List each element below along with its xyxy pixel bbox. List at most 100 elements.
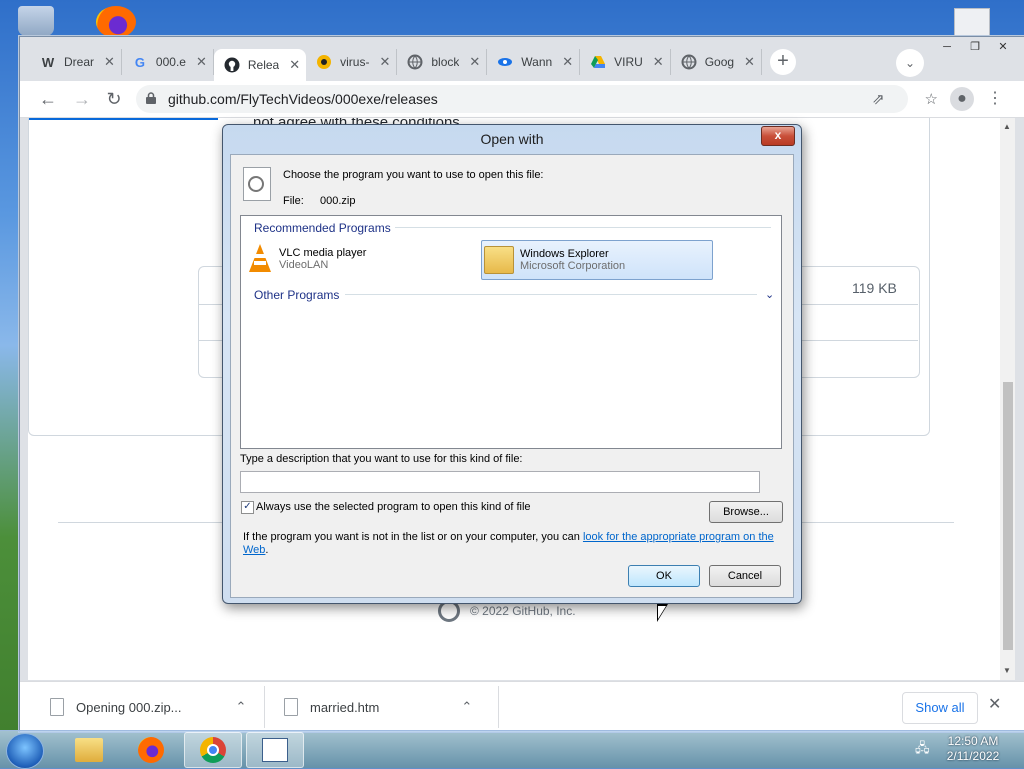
reload-button[interactable]: ↻ bbox=[102, 87, 126, 111]
menu-kebab-icon[interactable]: ⋮ bbox=[983, 87, 1007, 111]
program-windows-explorer[interactable]: Windows Explorer Microsoft Corporation bbox=[481, 240, 713, 280]
download-item[interactable]: Opening 000.zip... ⌃ bbox=[50, 682, 246, 732]
new-tab-button[interactable]: + bbox=[769, 49, 796, 75]
tab-title: 000.e bbox=[155, 55, 186, 69]
vlc-icon bbox=[247, 244, 273, 274]
other-programs-header[interactable]: Other Programs bbox=[254, 288, 339, 302]
ok-button[interactable]: OK bbox=[628, 565, 700, 587]
file-icon bbox=[50, 698, 64, 716]
github-icon bbox=[224, 57, 240, 73]
share-icon[interactable]: ⇗ bbox=[872, 90, 885, 108]
page-scrollbar[interactable]: ▲ ▼ bbox=[1000, 118, 1015, 680]
dialog-body: Choose the program you want to use to op… bbox=[230, 154, 794, 598]
folder-icon bbox=[75, 738, 103, 762]
program-vlc[interactable]: VLC media player VideoLAN bbox=[247, 240, 467, 278]
google-icon: G bbox=[134, 54, 145, 70]
dialog-close-button[interactable]: x bbox=[761, 126, 795, 146]
restore-button[interactable]: ❐ bbox=[962, 39, 988, 57]
window-controls: ─ ❐ ✕ bbox=[934, 39, 1016, 57]
file-description-input[interactable] bbox=[240, 471, 760, 493]
close-tab-icon[interactable]: ✕ bbox=[653, 54, 664, 70]
always-use-label: Always use the selected program to open … bbox=[256, 501, 531, 513]
downloads-bar: Opening 000.zip... ⌃ married.htm ⌃ Show … bbox=[20, 681, 1024, 732]
program-name: Windows Explorer bbox=[520, 248, 609, 260]
cancel-button[interactable]: Cancel bbox=[709, 565, 781, 587]
globe-icon bbox=[681, 54, 697, 70]
scroll-up-arrow[interactable]: ▲ bbox=[1003, 122, 1011, 131]
browse-button[interactable]: Browse... bbox=[709, 501, 783, 523]
minimize-button[interactable]: ─ bbox=[934, 39, 960, 57]
back-button[interactable]: ← bbox=[36, 87, 60, 111]
browser-toolbar: ← → ↻ github.com/FlyTechVideos/000exe/re… bbox=[20, 81, 1024, 118]
tab-title: Relea bbox=[247, 58, 280, 72]
chevron-up-icon[interactable]: ⌃ bbox=[461, 699, 472, 715]
taskbar-explorer[interactable] bbox=[60, 732, 118, 768]
taskbar-chrome[interactable] bbox=[184, 732, 242, 768]
tab-virus-drive[interactable]: VIRU ✕ bbox=[580, 49, 671, 75]
clock-time: 12:50 AM bbox=[947, 734, 999, 748]
description-label: Type a description that you want to use … bbox=[240, 453, 523, 465]
tab-title: Goog bbox=[704, 55, 735, 69]
close-tab-icon[interactable]: ✕ bbox=[196, 54, 207, 70]
file-label: File: bbox=[283, 195, 304, 207]
help-suffix: . bbox=[265, 544, 269, 556]
close-tab-icon[interactable]: ✕ bbox=[562, 54, 573, 70]
taskbar-firefox[interactable] bbox=[122, 732, 180, 768]
scroll-down-arrow[interactable]: ▼ bbox=[1003, 666, 1011, 675]
tab-google-2[interactable]: Goog ✕ bbox=[671, 49, 762, 75]
show-all-button[interactable]: Show all bbox=[902, 692, 978, 724]
tab-title: virus- bbox=[340, 55, 370, 69]
close-tab-icon[interactable]: ✕ bbox=[744, 54, 755, 70]
taskbar-open-with[interactable] bbox=[246, 732, 304, 768]
chevron-down-icon[interactable]: ⌄ bbox=[765, 288, 774, 301]
help-text: If the program you want is not in the li… bbox=[243, 531, 783, 557]
recycle-bin-icon[interactable] bbox=[18, 6, 54, 36]
address-bar[interactable]: github.com/FlyTechVideos/000exe/releases… bbox=[136, 85, 938, 113]
recommended-programs-header: Recommended Programs bbox=[254, 221, 391, 235]
tab-wannacry[interactable]: Wann ✕ bbox=[487, 49, 581, 75]
divider bbox=[395, 227, 771, 228]
firefox-icon bbox=[138, 737, 164, 763]
program-name: VLC media player bbox=[279, 247, 367, 259]
always-use-checkbox[interactable]: ✓ bbox=[241, 501, 254, 514]
tab-github-releases[interactable]: Relea ✕ bbox=[213, 49, 307, 81]
virustotal-icon bbox=[316, 54, 332, 70]
clock-date: 2/11/2022 bbox=[946, 749, 1000, 763]
lock-icon bbox=[146, 92, 156, 104]
start-button[interactable] bbox=[6, 733, 44, 769]
download-name: married.htm bbox=[310, 699, 380, 715]
firefox-desktop-icon[interactable] bbox=[96, 6, 136, 38]
taskbar: 🖧 12:50 AM 2/11/2022 bbox=[0, 730, 1024, 769]
instruction-text: Choose the program you want to use to op… bbox=[283, 169, 544, 181]
profile-avatar[interactable]: ● bbox=[950, 87, 974, 111]
mouse-cursor-icon bbox=[657, 604, 668, 622]
open-with-dialog: Open with x Choose the program you want … bbox=[222, 124, 802, 604]
close-downloads-icon[interactable]: ✕ bbox=[988, 694, 1001, 714]
close-tab-icon[interactable]: ✕ bbox=[104, 54, 115, 70]
close-window-button[interactable]: ✕ bbox=[990, 39, 1016, 57]
tab-title: Drear bbox=[64, 55, 95, 69]
download-item[interactable]: married.htm ⌃ bbox=[284, 682, 472, 732]
close-tab-icon[interactable]: ✕ bbox=[289, 57, 300, 73]
chevron-up-icon[interactable]: ⌃ bbox=[236, 699, 247, 715]
divider bbox=[498, 686, 499, 728]
forward-button[interactable]: → bbox=[70, 87, 94, 111]
asset-size: 119 KB bbox=[852, 280, 897, 296]
tab-virus[interactable]: virus- ✕ bbox=[306, 49, 398, 75]
close-tab-icon[interactable]: ✕ bbox=[379, 54, 390, 70]
download-name: Opening 000.zip... bbox=[76, 699, 182, 715]
url-text: github.com/FlyTechVideos/000exe/releases bbox=[168, 91, 438, 107]
bookmark-star-icon[interactable]: ☆ bbox=[925, 90, 938, 108]
tab-google[interactable]: G 000.e ✕ bbox=[122, 49, 214, 75]
program-company: VideoLAN bbox=[279, 259, 329, 271]
clock[interactable]: 12:50 AM 2/11/2022 bbox=[940, 734, 1006, 764]
scroll-thumb[interactable] bbox=[1003, 382, 1013, 650]
tab-search-button[interactable]: ⌄ bbox=[896, 49, 924, 77]
tab-block[interactable]: block ✕ bbox=[397, 49, 488, 75]
program-list[interactable]: Recommended Programs VLC media player Vi… bbox=[240, 215, 782, 449]
file-icon bbox=[284, 698, 298, 716]
close-tab-icon[interactable]: ✕ bbox=[469, 54, 480, 70]
network-icon[interactable]: 🖧 bbox=[915, 739, 931, 755]
tab-wikipedia[interactable]: W Drear ✕ bbox=[30, 49, 122, 75]
tab-title: Wann bbox=[521, 55, 553, 69]
